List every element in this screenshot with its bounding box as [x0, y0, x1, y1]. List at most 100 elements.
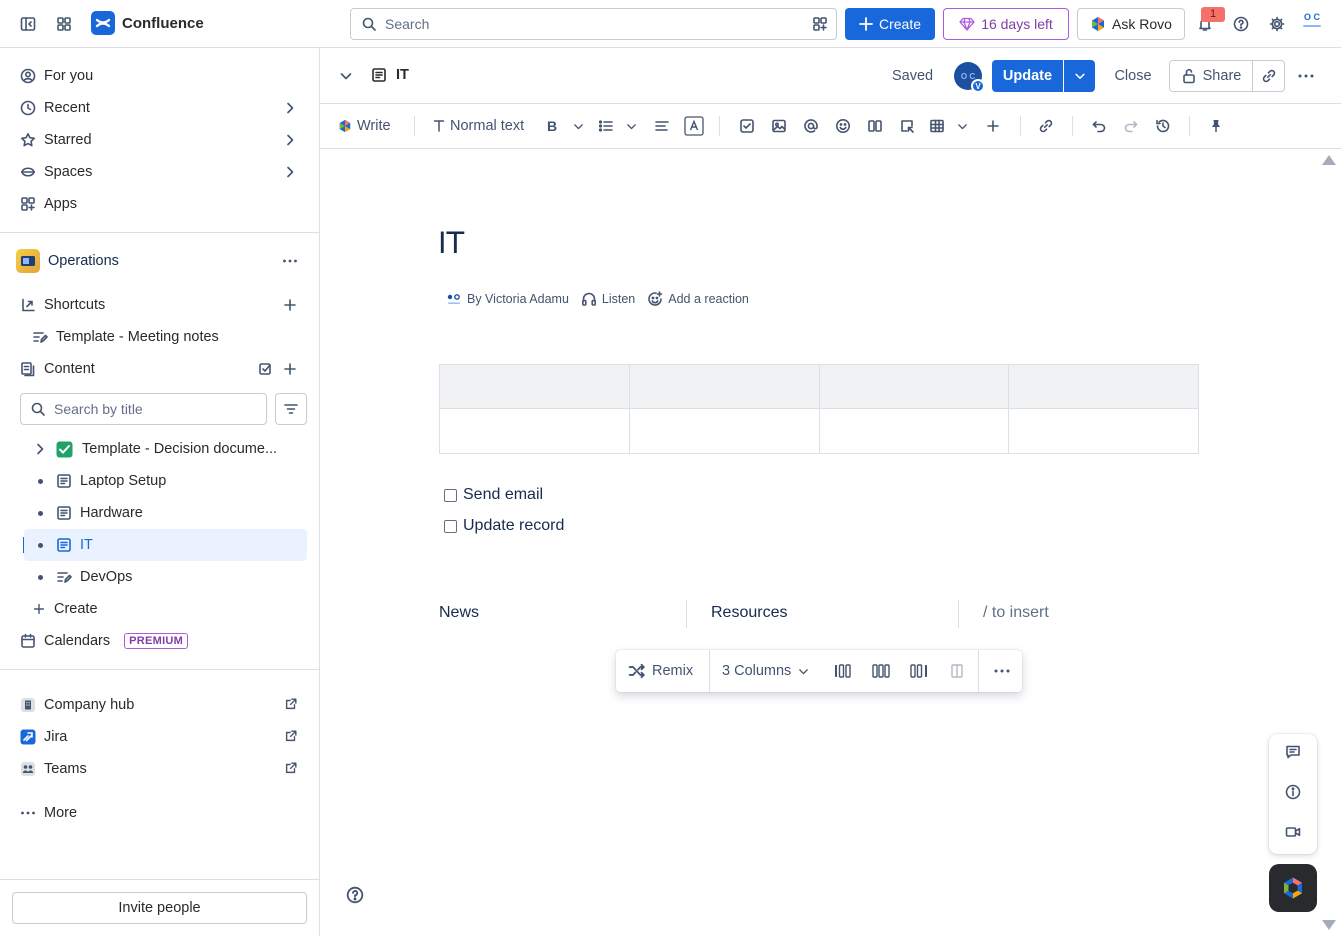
align-left-icon[interactable] — [653, 114, 671, 138]
chevron-right-icon[interactable] — [282, 132, 298, 148]
table-cell[interactable] — [439, 408, 630, 454]
mention-icon[interactable] — [802, 114, 820, 138]
content-checklist-icon[interactable] — [258, 361, 274, 377]
collapse-chevron-icon[interactable] — [338, 68, 354, 84]
redo-icon[interactable] — [1122, 114, 1140, 138]
pin-toolbar-icon[interactable] — [1207, 114, 1225, 138]
copy-link-button[interactable] — [1253, 60, 1285, 92]
task-checkbox[interactable] — [444, 488, 457, 502]
layout-three-columns-icon[interactable] — [870, 659, 892, 683]
task-text[interactable]: Update record — [463, 517, 564, 535]
page-title[interactable]: IT — [438, 226, 464, 260]
insert-macro-icon[interactable] — [898, 114, 916, 138]
table-cell[interactable] — [628, 408, 820, 454]
insert-plus-icon[interactable] — [984, 114, 1002, 138]
tree-item-decision-template[interactable]: Template - Decision docume... — [24, 433, 307, 465]
emoji-icon[interactable] — [834, 114, 852, 138]
layout-disabled-icon[interactable] — [946, 659, 968, 683]
breadcrumb[interactable]: IT — [371, 67, 409, 83]
table-icon[interactable] — [928, 114, 946, 138]
content-table[interactable] — [439, 364, 1199, 454]
bold-icon[interactable]: B — [544, 114, 560, 138]
update-options-button[interactable] — [1064, 60, 1095, 92]
sidebar-item-spaces[interactable]: Spaces — [12, 156, 308, 188]
chevron-right-icon[interactable] — [282, 164, 298, 180]
task-checkbox[interactable] — [444, 519, 457, 533]
list-options-chevron-icon[interactable] — [623, 114, 639, 138]
layout-left-sidebar-icon[interactable] — [832, 659, 854, 683]
confluence-logo[interactable]: Confluence — [91, 11, 204, 35]
column-count-dropdown[interactable]: 3 Columns — [722, 659, 810, 683]
video-icon[interactable] — [1283, 822, 1303, 842]
task-text[interactable]: Send email — [463, 486, 543, 504]
table-options-chevron-icon[interactable] — [954, 114, 970, 138]
space-more-icon[interactable] — [280, 251, 300, 271]
add-content-icon[interactable] — [282, 361, 298, 377]
layout-column-resources[interactable]: Resources — [711, 604, 787, 622]
image-icon[interactable] — [770, 114, 788, 138]
trial-button[interactable]: 16 days left — [943, 8, 1069, 40]
sidebar-link-teams[interactable]: Teams — [12, 753, 308, 785]
settings-gear-icon[interactable] — [1263, 10, 1291, 38]
layout-column-news[interactable]: News — [439, 604, 479, 622]
write-ai-button[interactable]: Write — [338, 114, 391, 138]
chevron-right-icon[interactable] — [282, 100, 298, 116]
tree-item-laptop-setup[interactable]: Laptop Setup — [24, 465, 307, 497]
global-search[interactable] — [350, 8, 837, 40]
content-search[interactable] — [20, 393, 267, 425]
tree-create-button[interactable]: Create — [12, 593, 308, 625]
search-by-title-input[interactable] — [54, 401, 254, 417]
task-checkbox-icon[interactable] — [738, 114, 756, 138]
share-button[interactable]: Share — [1169, 60, 1253, 92]
app-switcher-icon[interactable] — [50, 10, 78, 38]
table-header-cell[interactable] — [818, 364, 1010, 409]
help-icon[interactable] — [1227, 10, 1255, 38]
sidebar-more[interactable]: More — [12, 797, 308, 829]
text-color-icon[interactable] — [684, 114, 704, 138]
sidebar-item-calendars[interactable]: Calendars PREMIUM — [12, 625, 308, 657]
sidebar-item-apps[interactable]: Apps — [12, 188, 308, 220]
tree-item-hardware[interactable]: Hardware — [24, 497, 307, 529]
create-button[interactable]: Create — [845, 8, 935, 40]
rovo-chat-button[interactable] — [1269, 864, 1317, 912]
info-icon[interactable] — [1283, 782, 1303, 802]
sidebar-item-recent[interactable]: Recent — [12, 92, 308, 124]
table-cell[interactable] — [818, 408, 1010, 454]
help-icon[interactable] — [346, 886, 364, 904]
invite-people-button[interactable]: Invite people — [12, 892, 307, 924]
remix-button[interactable]: Remix — [628, 659, 693, 683]
scroll-down-arrow-icon[interactable] — [1322, 920, 1336, 930]
search-filter-icon[interactable] — [812, 16, 828, 32]
undo-icon[interactable] — [1090, 114, 1108, 138]
ask-rovo-button[interactable]: Ask Rovo — [1077, 8, 1185, 40]
sidebar-item-starred[interactable]: Starred — [12, 124, 308, 156]
collaborator-avatar[interactable]: O C V — [954, 62, 985, 93]
organization-avatar[interactable]: O C — [1299, 12, 1325, 36]
table-cell[interactable] — [1008, 408, 1199, 454]
toggle-sidebar-icon[interactable] — [14, 10, 42, 38]
table-header-cell[interactable] — [439, 364, 630, 409]
close-button[interactable]: Close — [1105, 60, 1161, 92]
more-actions-icon[interactable] — [1297, 68, 1315, 84]
add-shortcut-icon[interactable] — [282, 297, 298, 313]
insert-link-icon[interactable] — [1037, 114, 1055, 138]
shortcut-item-meeting-notes[interactable]: Template - Meeting notes — [12, 321, 308, 353]
layout-right-sidebar-icon[interactable] — [908, 659, 930, 683]
table-header-cell[interactable] — [628, 364, 820, 409]
listen-button[interactable]: Listen — [581, 291, 635, 307]
filter-button[interactable] — [275, 393, 307, 425]
add-reaction-button[interactable]: Add a reaction — [647, 291, 749, 307]
table-header-cell[interactable] — [1008, 364, 1199, 409]
author[interactable]: By Victoria Adamu — [446, 291, 569, 307]
sidebar-content[interactable]: Content — [12, 353, 308, 385]
version-history-icon[interactable] — [1154, 114, 1172, 138]
sidebar-item-for-you[interactable]: For you — [12, 60, 308, 92]
more-formatting-chevron-icon[interactable] — [570, 114, 586, 138]
sidebar-link-company-hub[interactable]: Company hub — [12, 689, 308, 721]
layout-more-icon[interactable] — [992, 659, 1012, 683]
scroll-up-arrow-icon[interactable] — [1322, 155, 1336, 165]
sidebar-shortcuts[interactable]: Shortcuts — [12, 289, 308, 321]
space-header-operations[interactable]: Operations — [12, 245, 308, 277]
sidebar-link-jira[interactable]: Jira — [12, 721, 308, 753]
layout-columns-icon[interactable] — [866, 114, 884, 138]
